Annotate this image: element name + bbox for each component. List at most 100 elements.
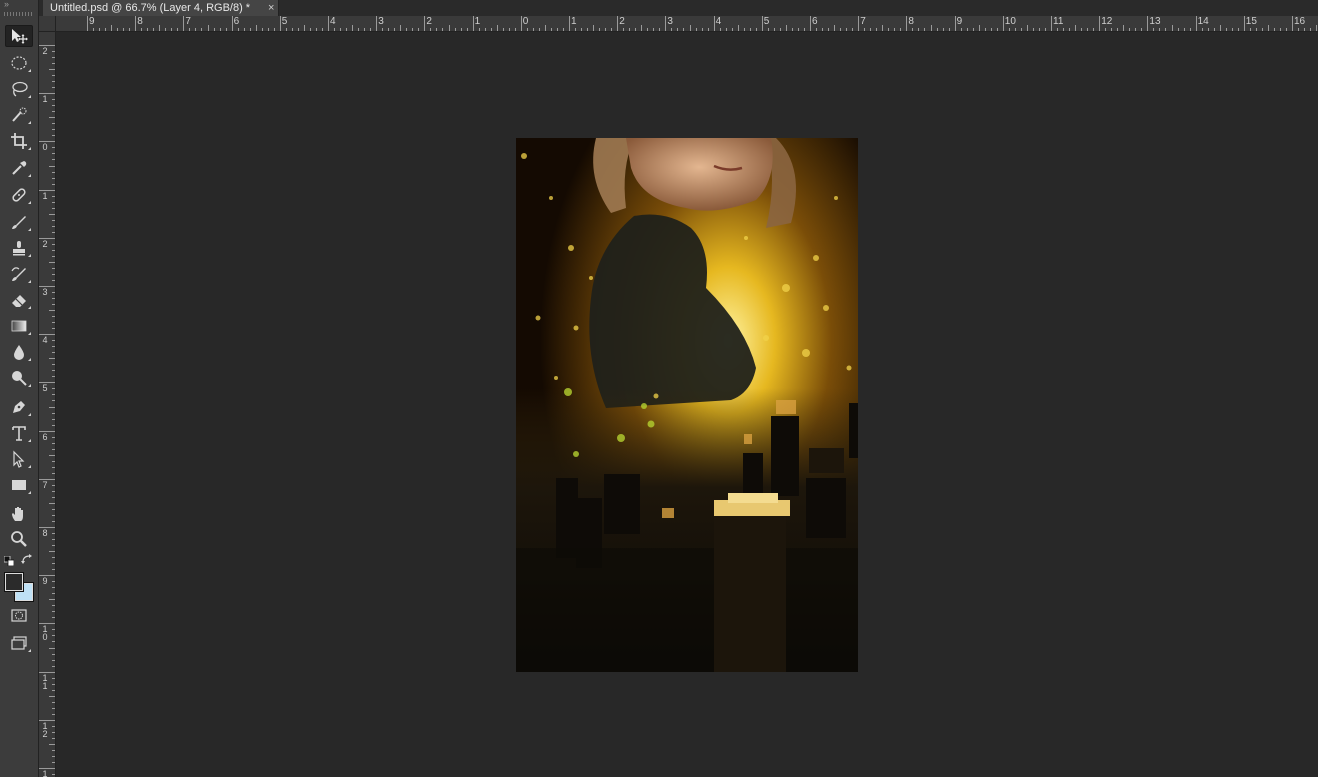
lasso-icon (12, 81, 28, 97)
ruler-minor-tick (49, 165, 55, 167)
ruler-major-tick (858, 16, 860, 31)
pen-tool[interactable] (5, 396, 33, 418)
screen-mode-icon (11, 636, 27, 650)
ruler-major-tick (472, 16, 474, 31)
swap-colors-icon[interactable] (21, 554, 33, 566)
ruler-minor-tick (111, 25, 113, 31)
ruler-label: 2 (619, 16, 625, 27)
dodge-icon (12, 371, 27, 386)
ruler-minor-tick (400, 25, 402, 31)
clone-stamp-tool[interactable] (5, 237, 33, 259)
gradient-icon (11, 320, 27, 332)
history-brush-tool[interactable] (5, 263, 33, 285)
ruler-label: 1 0 (42, 624, 48, 643)
spot-healing-tool[interactable] (5, 184, 33, 206)
document-tab-bar: Untitled.psd @ 66.7% (Layer 4, RGB/8) * … (39, 0, 1318, 16)
ruler-label: 3 (378, 16, 384, 27)
ruler-minor-tick (1316, 25, 1318, 31)
screen-mode-button[interactable] (5, 632, 33, 654)
ruler-minor-tick (593, 25, 595, 31)
gradient-tool[interactable] (5, 315, 33, 337)
ruler-major-tick (135, 16, 137, 31)
elliptical-marquee-tool[interactable] (5, 52, 33, 74)
ruler-minor-tick (49, 117, 55, 119)
ruler-label: 7 (42, 479, 48, 490)
eraser-tool[interactable] (5, 289, 33, 311)
ruler-minor-tick (49, 599, 55, 601)
move-tool[interactable] (5, 25, 33, 47)
ruler-major-tick (1292, 16, 1293, 31)
panel-grip[interactable] (4, 12, 34, 16)
rectangle-icon (12, 480, 26, 490)
ruler-major-tick (569, 16, 570, 31)
ruler-label: 1 (571, 16, 577, 27)
ruler-minor-tick (207, 25, 209, 31)
horizontal-ruler[interactable]: 9 8 7 6 5 4 3 2 1 0 1 2 3 4 5 6 7 8 9 10 11 12 13 14 15 16 (56, 16, 1318, 32)
type-tool[interactable] (5, 422, 33, 444)
brush-icon (12, 216, 26, 229)
document-tab[interactable]: Untitled.psd @ 66.7% (Layer 4, RGB/8) * … (43, 0, 279, 16)
rectangle-tool[interactable] (5, 474, 33, 496)
lasso-tool[interactable] (5, 78, 33, 100)
blur-tool[interactable] (5, 341, 33, 363)
hand-icon (12, 507, 23, 521)
quick-selection-tool[interactable] (5, 104, 33, 126)
ruler-minor-tick (49, 213, 55, 215)
ruler-label: 9 (956, 16, 963, 27)
ruler-minor-tick (49, 647, 55, 649)
eyedropper-tool[interactable] (5, 157, 33, 179)
vertical-ruler[interactable]: 2101234567891 01 11 21 3 (39, 32, 56, 777)
ruler-label: 8 (137, 16, 143, 27)
ruler-major-tick (1195, 16, 1197, 31)
brush-tool[interactable] (5, 211, 33, 233)
panel-collapse-icon[interactable]: ›› (4, 0, 34, 10)
ruler-label: 3 (667, 16, 673, 27)
foreground-color-swatch[interactable] (5, 573, 23, 591)
ruler-label: 15 (1245, 16, 1257, 27)
ruler-label: 6 (233, 16, 240, 27)
ruler-label: 1 (42, 94, 48, 105)
close-icon[interactable]: × (268, 0, 274, 16)
type-icon (12, 426, 26, 441)
ruler-origin[interactable] (39, 16, 56, 32)
ruler-minor-tick (303, 25, 305, 31)
ruler-major-tick (1002, 16, 1004, 31)
quick-mask-button[interactable] (5, 604, 33, 626)
zoom-tool[interactable] (5, 528, 33, 550)
ruler-minor-tick (49, 69, 55, 71)
ruler-minor-tick (49, 261, 55, 263)
document-image[interactable] (516, 138, 858, 672)
hand-tool[interactable] (5, 503, 33, 525)
ruler-label: 9 (42, 576, 48, 587)
ruler-label: 12 (1101, 16, 1113, 27)
path-selection-tool[interactable] (5, 448, 33, 470)
ruler-label: 1 3 (42, 769, 48, 777)
ruler-minor-tick (448, 25, 450, 31)
ruler-minor-tick (1267, 25, 1269, 31)
default-colors-icon[interactable] (4, 556, 14, 566)
ruler-major-tick (1147, 16, 1149, 31)
ruler-label: 2 (42, 46, 48, 56)
ruler-label: 14 (1197, 16, 1209, 27)
ruler-minor-tick (255, 25, 257, 31)
ruler-label: 13 (1149, 16, 1161, 27)
ruler-major-tick (87, 16, 88, 31)
move-icon (12, 29, 28, 44)
artwork-image (516, 138, 858, 672)
dodge-tool[interactable] (5, 367, 33, 389)
ruler-label: 8 (42, 528, 48, 538)
ruler-label: 1 1 (42, 672, 48, 691)
history-brush-icon (11, 267, 26, 281)
ruler-minor-tick (978, 25, 980, 31)
ruler-label: 3 (42, 287, 48, 297)
ruler-major-tick (231, 16, 233, 31)
stamp-icon (13, 241, 25, 256)
crop-tool[interactable] (5, 130, 33, 152)
ruler-minor-tick (49, 743, 55, 745)
eraser-icon (12, 295, 26, 307)
bandage-icon (12, 188, 26, 202)
quick-selection-icon (12, 107, 27, 122)
ruler-major-tick (424, 16, 426, 31)
ruler-label: 5 (763, 16, 770, 27)
ruler-minor-tick (1171, 25, 1173, 31)
